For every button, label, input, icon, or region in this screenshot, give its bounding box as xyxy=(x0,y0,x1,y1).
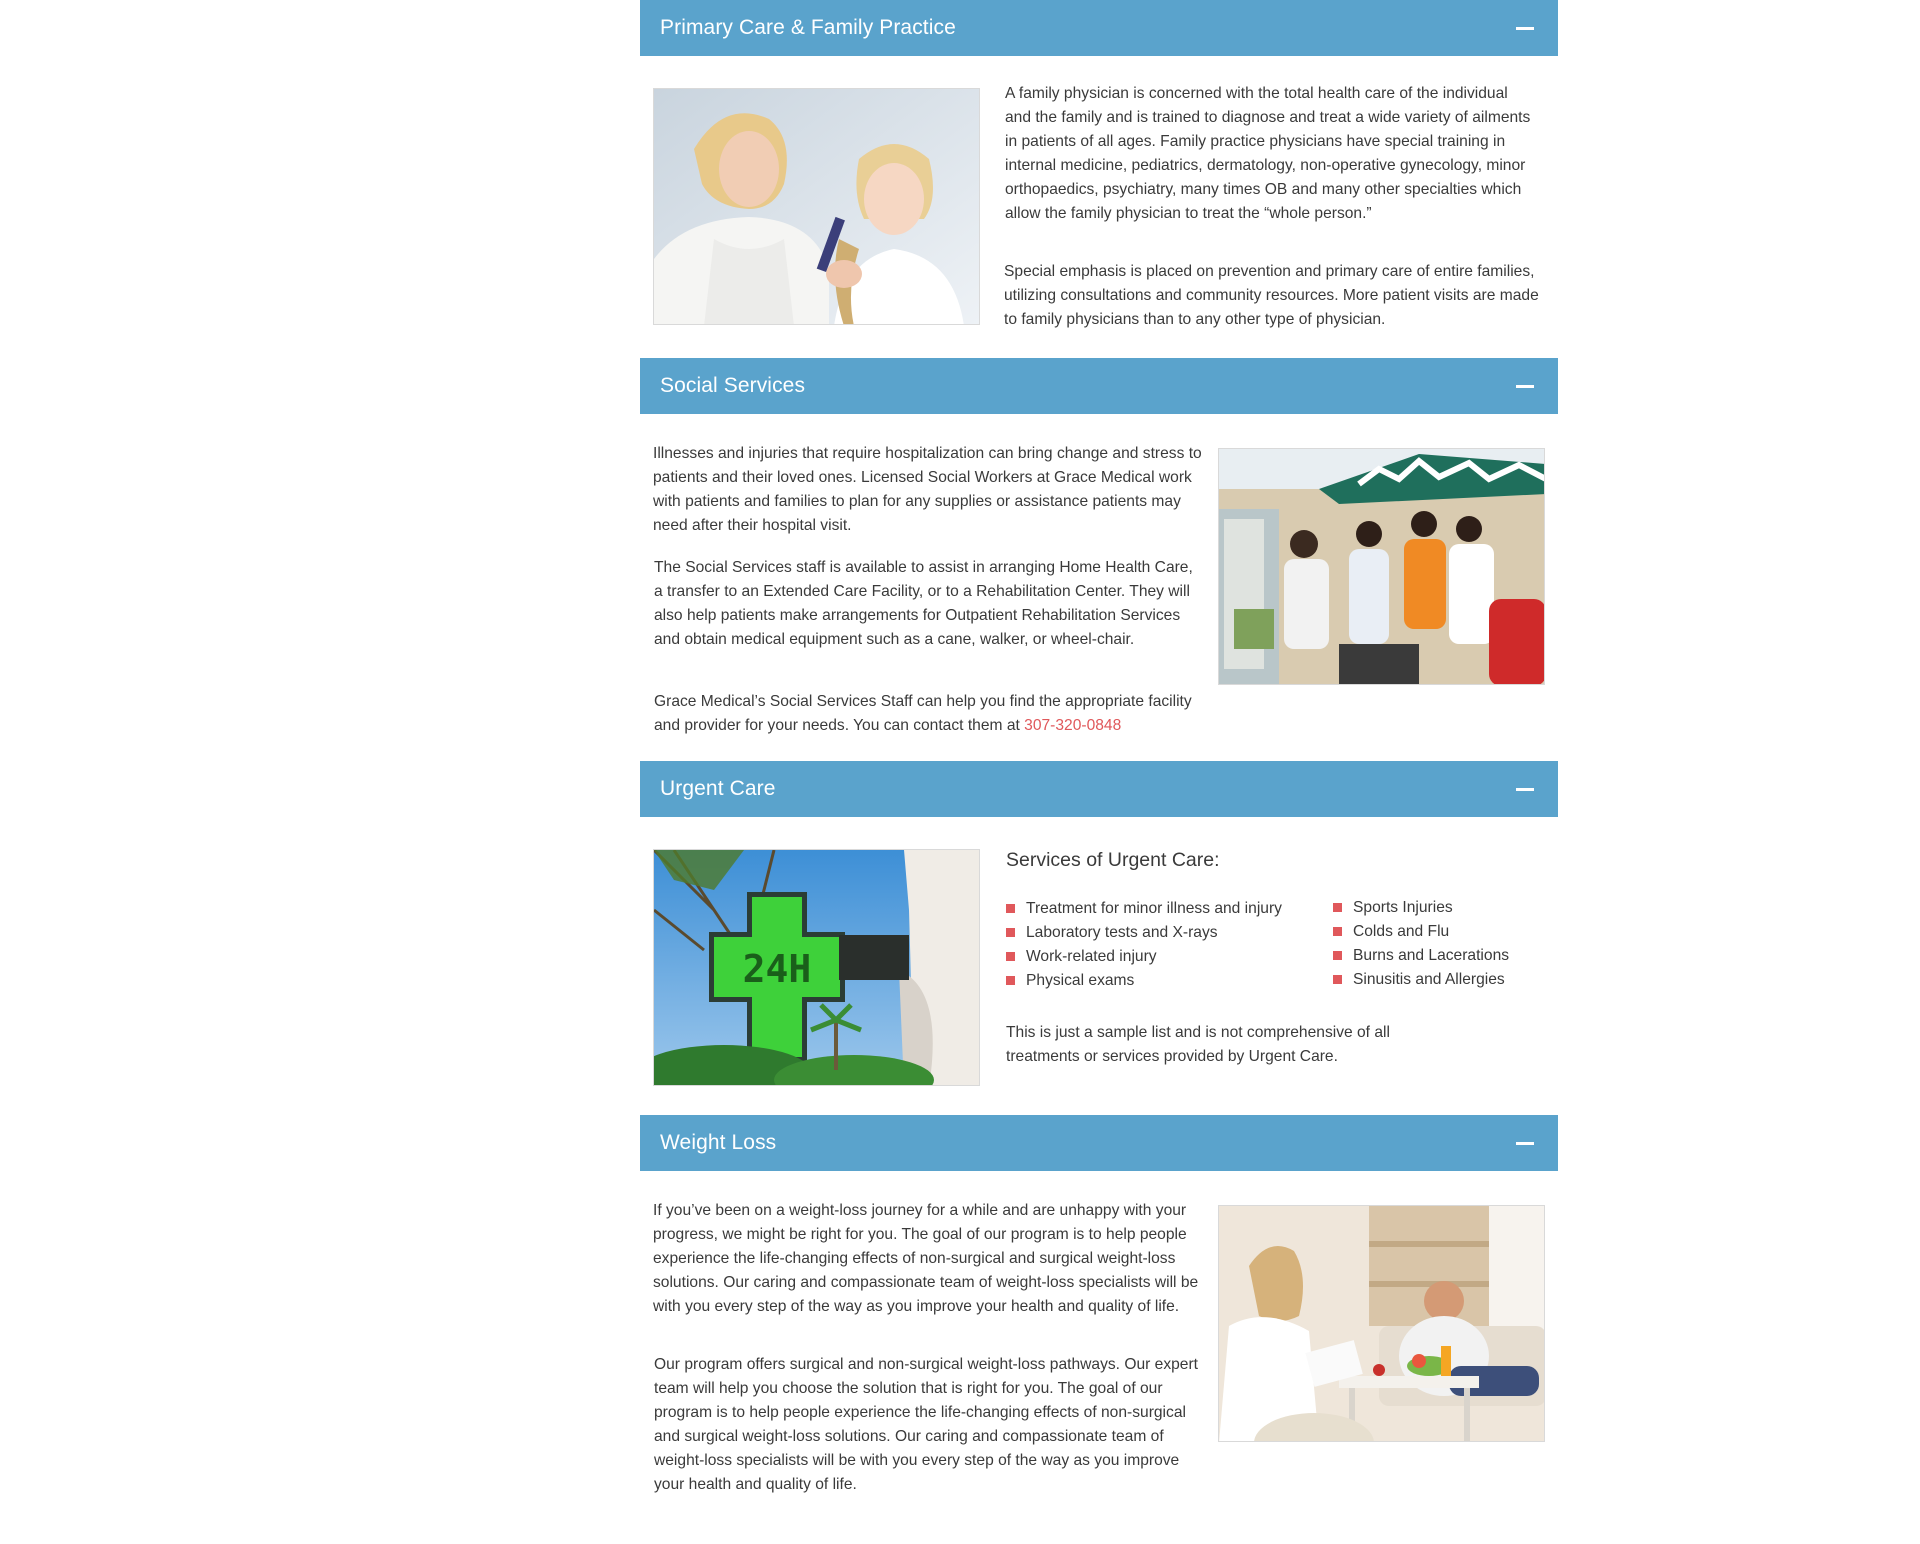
list-item-label: Work-related injury xyxy=(1026,948,1157,965)
square-bullet-icon xyxy=(1333,927,1342,936)
svg-text:24H: 24H xyxy=(743,947,812,991)
list-item: Laboratory tests and X-rays xyxy=(1006,921,1306,945)
primary-care-paragraph-1: A family physician is concerned with the… xyxy=(1005,85,1531,222)
section-body-urgent-care: 24H Services of Urgent Care: Treatment f… xyxy=(640,817,1558,1115)
section-body-primary-care: A family physician is concerned with the… xyxy=(640,56,1558,358)
weight-loss-paragraph-2: Our program offers surgical and non-surg… xyxy=(654,1356,1199,1493)
section-primary-care: Primary Care & Family Practice A family … xyxy=(640,0,1558,358)
section-title: Primary Care & Family Practice xyxy=(660,16,956,39)
social-services-paragraph-2: The Social Services staff is available t… xyxy=(654,559,1193,648)
section-weight-loss: Weight Loss If you’ve been on a weight-l… xyxy=(640,1115,1558,1493)
services-list-left: Treatment for minor illness and injury L… xyxy=(1006,897,1306,993)
section-header-primary-care[interactable]: Primary Care & Family Practice xyxy=(640,0,1558,56)
square-bullet-icon xyxy=(1006,952,1015,961)
pharmacy-sign-illustration: 24H xyxy=(654,850,979,1085)
section-header-urgent-care[interactable]: Urgent Care xyxy=(640,761,1558,817)
list-item: Treatment for minor illness and injury xyxy=(1006,897,1306,921)
list-item-label: Laboratory tests and X-rays xyxy=(1026,924,1218,941)
list-item: Burns and Lacerations xyxy=(1333,944,1543,968)
section-social-services: Social Services Illnesses and injuries t… xyxy=(640,358,1558,761)
list-item: Colds and Flu xyxy=(1333,920,1543,944)
square-bullet-icon xyxy=(1006,904,1015,913)
weight-loss-photo xyxy=(1218,1205,1545,1442)
square-bullet-icon xyxy=(1006,928,1015,937)
services-heading: Services of Urgent Care: xyxy=(1006,849,1220,871)
services-accordion: Primary Care & Family Practice A family … xyxy=(640,0,1558,1493)
section-header-social-services[interactable]: Social Services xyxy=(640,358,1558,414)
section-title: Urgent Care xyxy=(660,777,776,800)
list-item-label: Treatment for minor illness and injury xyxy=(1026,900,1282,917)
collapse-icon[interactable] xyxy=(1516,788,1534,791)
list-item-label: Colds and Flu xyxy=(1353,923,1450,940)
section-title: Weight Loss xyxy=(660,1131,777,1154)
section-body-social-services: Illnesses and injuries that require hosp… xyxy=(640,414,1558,761)
social-services-paragraph-1: Illnesses and injuries that require hosp… xyxy=(653,445,1202,534)
social-services-photo xyxy=(1218,448,1545,685)
services-note: This is just a sample list and is not co… xyxy=(1006,1024,1390,1065)
services-list-right: Sports Injuries Colds and Flu Burns and … xyxy=(1333,896,1543,992)
section-urgent-care: Urgent Care 24H Services of Urgent Care:… xyxy=(640,761,1558,1115)
square-bullet-icon xyxy=(1006,976,1015,985)
square-bullet-icon xyxy=(1333,975,1342,984)
list-item-label: Physical exams xyxy=(1026,972,1135,989)
weight-loss-paragraph-1: If you’ve been on a weight-loss journey … xyxy=(653,1202,1199,1315)
family-care-illustration xyxy=(654,89,979,324)
page: Primary Care & Family Practice A family … xyxy=(0,0,1920,1544)
section-body-weight-loss: If you’ve been on a weight-loss journey … xyxy=(640,1171,1558,1493)
list-item: Physical exams xyxy=(1006,969,1306,993)
collapse-icon[interactable] xyxy=(1516,27,1534,30)
list-item-label: Burns and Lacerations xyxy=(1353,947,1510,964)
section-title: Social Services xyxy=(660,374,806,397)
square-bullet-icon xyxy=(1333,951,1342,960)
family-care-photo xyxy=(653,88,980,325)
list-item-label: Sports Injuries xyxy=(1353,899,1453,916)
collapse-icon[interactable] xyxy=(1516,385,1534,388)
phone-link[interactable]: 307-320-0848 xyxy=(1024,717,1121,734)
list-item: Sinusitis and Allergies xyxy=(1333,968,1543,992)
list-item: Sports Injuries xyxy=(1333,896,1543,920)
social-services-contact: Grace Medical’s Social Services Staff ca… xyxy=(654,690,1202,738)
section-header-weight-loss[interactable]: Weight Loss xyxy=(640,1115,1558,1171)
community-event-illustration xyxy=(1219,449,1544,684)
list-item: Work-related injury xyxy=(1006,945,1306,969)
square-bullet-icon xyxy=(1333,903,1342,912)
urgent-care-photo: 24H xyxy=(653,849,980,1086)
consultation-illustration xyxy=(1219,1206,1544,1441)
primary-care-paragraph-2: Special emphasis is placed on prevention… xyxy=(1004,263,1539,328)
list-item-label: Sinusitis and Allergies xyxy=(1353,971,1505,988)
collapse-icon[interactable] xyxy=(1516,1142,1534,1145)
